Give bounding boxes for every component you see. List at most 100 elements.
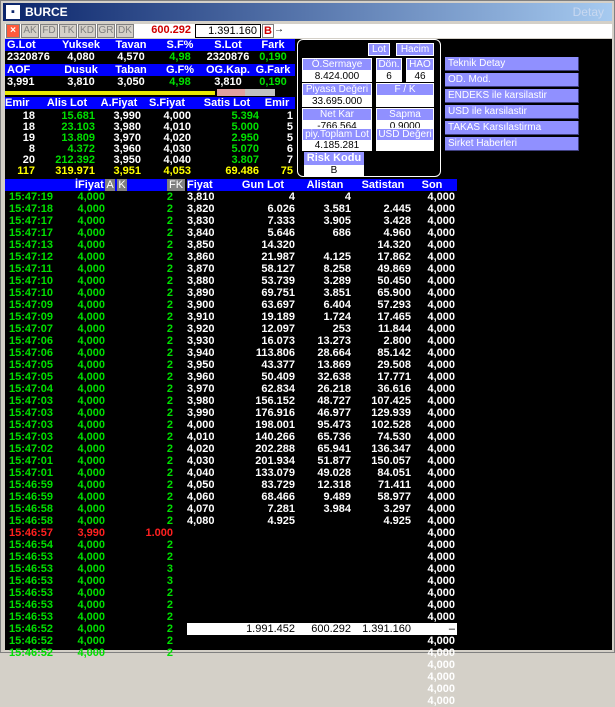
time-sales-row[interactable]: 15:46:59 4,000 2 [5, 491, 185, 503]
time-sales-row[interactable]: 15:47:02 4,000 2 [5, 443, 185, 455]
depth-row[interactable]: 4,060 68.466 9.489 58.977 4,000 [187, 491, 457, 503]
time-sales-row[interactable]: 15:47:06 4,000 2 [5, 335, 185, 347]
depth-row[interactable]: 3,880 53.739 3.289 50.450 4,000 [187, 275, 457, 287]
time-sales-row[interactable]: 15:47:03 4,000 2 [5, 431, 185, 443]
depth-row[interactable]: 4,080 4.925 4.925 4,000 [187, 515, 457, 527]
depth-cell: 28.664 [317, 347, 351, 359]
depth-row[interactable]: 3,870 58.127 8.258 49.869 4,000 [187, 263, 457, 275]
depth-row[interactable]: 3,930 16.073 13.273 2.800 4,000 [187, 335, 457, 347]
depth-header-cell[interactable]: Gun Lot [231, 179, 295, 191]
depth-header-cell[interactable]: Alistan [299, 179, 351, 191]
depth-row[interactable]: 3,940 113.806 28.664 85.142 4,000 [187, 347, 457, 359]
time-sales-row[interactable]: 15:46:52 4,000 2 [5, 635, 185, 647]
time-sales-row[interactable]: 15:46:53 4,000 3 [5, 575, 185, 587]
time-sales-row[interactable]: 15:46:59 4,000 2 [5, 479, 185, 491]
depth-row[interactable]: 4,070 7.281 3.984 3.297 4,000 [187, 503, 457, 515]
depth-row[interactable]: 3,960 50.409 32.638 17.771 4,000 [187, 371, 457, 383]
time-sales-row[interactable]: 15:46:54 4,000 2 [5, 539, 185, 551]
tab-kd[interactable]: KD [78, 24, 96, 38]
arrow-right-icon[interactable]: → [274, 24, 284, 35]
toolbar-price-input[interactable]: 1.391.160 [195, 24, 261, 38]
menu-item-0[interactable]: Teknik Detay [445, 57, 579, 71]
time-sales-row[interactable]: 15:46:52 4,000 2 [5, 647, 185, 659]
tab-fd[interactable]: FD [40, 24, 58, 38]
depth-header-cell[interactable]: Son [409, 179, 455, 191]
time-sales-row[interactable]: 15:46:57 3,990 1.000 [5, 527, 185, 539]
depth-row[interactable]: 3,910 19.189 1.724 17.465 4,000 [187, 311, 457, 323]
time-sales-row[interactable]: 15:47:06 4,000 2 [5, 347, 185, 359]
time-sales-row[interactable]: 15:46:53 4,000 2 [5, 551, 185, 563]
ts-header-price: İFiyat [75, 179, 104, 191]
time-sales-row[interactable]: 15:47:03 4,000 2 [5, 395, 185, 407]
time-sales-row[interactable]: 15:47:18 4,000 2 [5, 203, 185, 215]
time-sales-row[interactable]: 15:47:04 4,000 2 [5, 383, 185, 395]
time-sales-row[interactable]: 15:47:09 4,000 2 [5, 311, 185, 323]
time-sales-row[interactable]: 15:47:10 4,000 2 [5, 287, 185, 299]
tab-gr[interactable]: GR [97, 24, 115, 38]
depth-row[interactable]: 3,810 4 4 4,000 [187, 191, 457, 203]
title-bar[interactable]: ▪ BURCE Detay [3, 3, 612, 21]
depth-row[interactable]: 4,030 201.934 51.877 150.057 4,000 [187, 455, 457, 467]
ts-price: 4,000 [77, 599, 105, 611]
menu-item-1[interactable]: OD. Mod. [445, 73, 579, 87]
time-sales-row[interactable]: 15:46:58 4,000 2 [5, 515, 185, 527]
depth-header-cell[interactable]: Satistan [355, 179, 411, 191]
time-sales-row[interactable]: 15:46:53 4,000 2 [5, 599, 185, 611]
hacim-button[interactable]: Hacim [396, 43, 434, 56]
depth-row[interactable]: 3,830 7.333 3.905 3.428 4,000 [187, 215, 457, 227]
depth-row[interactable]: 3,820 6.026 3.581 2.445 4,000 [187, 203, 457, 215]
time-sales-row[interactable]: 15:47:03 4,000 2 [5, 419, 185, 431]
ts-header-k[interactable]: K [117, 179, 127, 191]
depth-row[interactable]: 3,840 5.646 686 4.960 4,000 [187, 227, 457, 239]
time-sales-row[interactable]: 15:46:58 4,000 2 [5, 503, 185, 515]
depth-row[interactable]: 4,050 83.729 12.318 71.411 4,000 [187, 479, 457, 491]
menu-item-2[interactable]: ENDEKS ile karsilastir [445, 89, 579, 103]
stats-value: 3,810 [67, 76, 95, 88]
depth-cell: 4,000 [427, 215, 455, 227]
menu-item-4[interactable]: TAKAS Karsılastirma [445, 121, 579, 135]
time-sales-row[interactable]: 15:47:07 4,000 2 [5, 323, 185, 335]
depth-row[interactable]: 4,040 133.079 49.028 84.051 4,000 [187, 467, 457, 479]
time-sales-row[interactable]: 15:46:53 4,000 2 [5, 587, 185, 599]
depth-row[interactable]: 4,010 140.266 65.736 74.530 4,000 [187, 431, 457, 443]
menu-item-5[interactable]: Sirket Haberleri [445, 137, 579, 151]
depth-row[interactable]: 3,920 12.097 253 11.844 4,000 [187, 323, 457, 335]
depth-row[interactable]: 3,900 63.697 6.404 57.293 4,000 [187, 299, 457, 311]
time-sales-row[interactable]: 15:46:53 4,000 3 [5, 563, 185, 575]
ts-header-fk[interactable]: FK [167, 179, 185, 191]
menu-item-3[interactable]: USD ile karsilastir [445, 105, 579, 119]
time-sales-row[interactable]: 15:47:17 4,000 2 [5, 227, 185, 239]
tab-ak[interactable]: AK [21, 24, 39, 38]
time-sales-row[interactable]: 15:47:17 4,000 2 [5, 215, 185, 227]
depth-row[interactable]: 3,980 156.152 48.727 107.425 4,000 [187, 395, 457, 407]
depth-row[interactable]: 3,860 21.987 4.125 17.862 4,000 [187, 251, 457, 263]
time-sales-row[interactable]: 15:47:19 4,000 2 [5, 191, 185, 203]
depth-row[interactable]: 3,990 176.916 46.977 129.939 4,000 [187, 407, 457, 419]
ts-header-a[interactable]: A [105, 179, 115, 191]
depth-row[interactable]: 3,850 14.320 14.320 4,000 [187, 239, 457, 251]
time-sales-row[interactable]: 15:47:01 4,000 2 [5, 467, 185, 479]
close-icon[interactable]: × [6, 24, 20, 38]
toolbar-flag[interactable]: B [262, 24, 274, 38]
depth-row[interactable]: 3,970 62.834 26.218 36.616 4,000 [187, 383, 457, 395]
depth-cell: 176.916 [255, 407, 295, 419]
depth-row[interactable]: 3,890 69.751 3.851 65.900 4,000 [187, 287, 457, 299]
depth-row[interactable]: 4,020 202.288 65.941 136.347 4,000 [187, 443, 457, 455]
depth-row[interactable]: 3,950 43.377 13.869 29.508 4,000 [187, 359, 457, 371]
time-sales-row[interactable]: 15:47:03 4,000 2 [5, 407, 185, 419]
time-sales-row[interactable]: 15:47:12 4,000 2 [5, 251, 185, 263]
tab-tk[interactable]: TK [59, 24, 77, 38]
depth-header-cell[interactable]: Fiyat [187, 179, 227, 191]
time-sales-row[interactable]: 15:47:01 4,000 2 [5, 455, 185, 467]
time-sales-row[interactable]: 15:47:09 4,000 2 [5, 299, 185, 311]
time-sales-row[interactable]: 15:47:05 4,000 2 [5, 359, 185, 371]
time-sales-row[interactable]: 15:47:10 4,000 2 [5, 275, 185, 287]
time-sales-row[interactable]: 15:47:05 4,000 2 [5, 371, 185, 383]
time-sales-row[interactable]: 15:47:13 4,000 2 [5, 239, 185, 251]
time-sales-row[interactable]: 15:46:52 4,000 2 [5, 623, 185, 635]
time-sales-row[interactable]: 15:47:11 4,000 2 [5, 263, 185, 275]
depth-row[interactable]: 4,000 198.001 95.473 102.528 4,000 [187, 419, 457, 431]
tab-dk[interactable]: DK [116, 24, 134, 38]
lot-button[interactable]: Lot [368, 43, 390, 56]
time-sales-row[interactable]: 15:46:53 4,000 2 [5, 611, 185, 623]
